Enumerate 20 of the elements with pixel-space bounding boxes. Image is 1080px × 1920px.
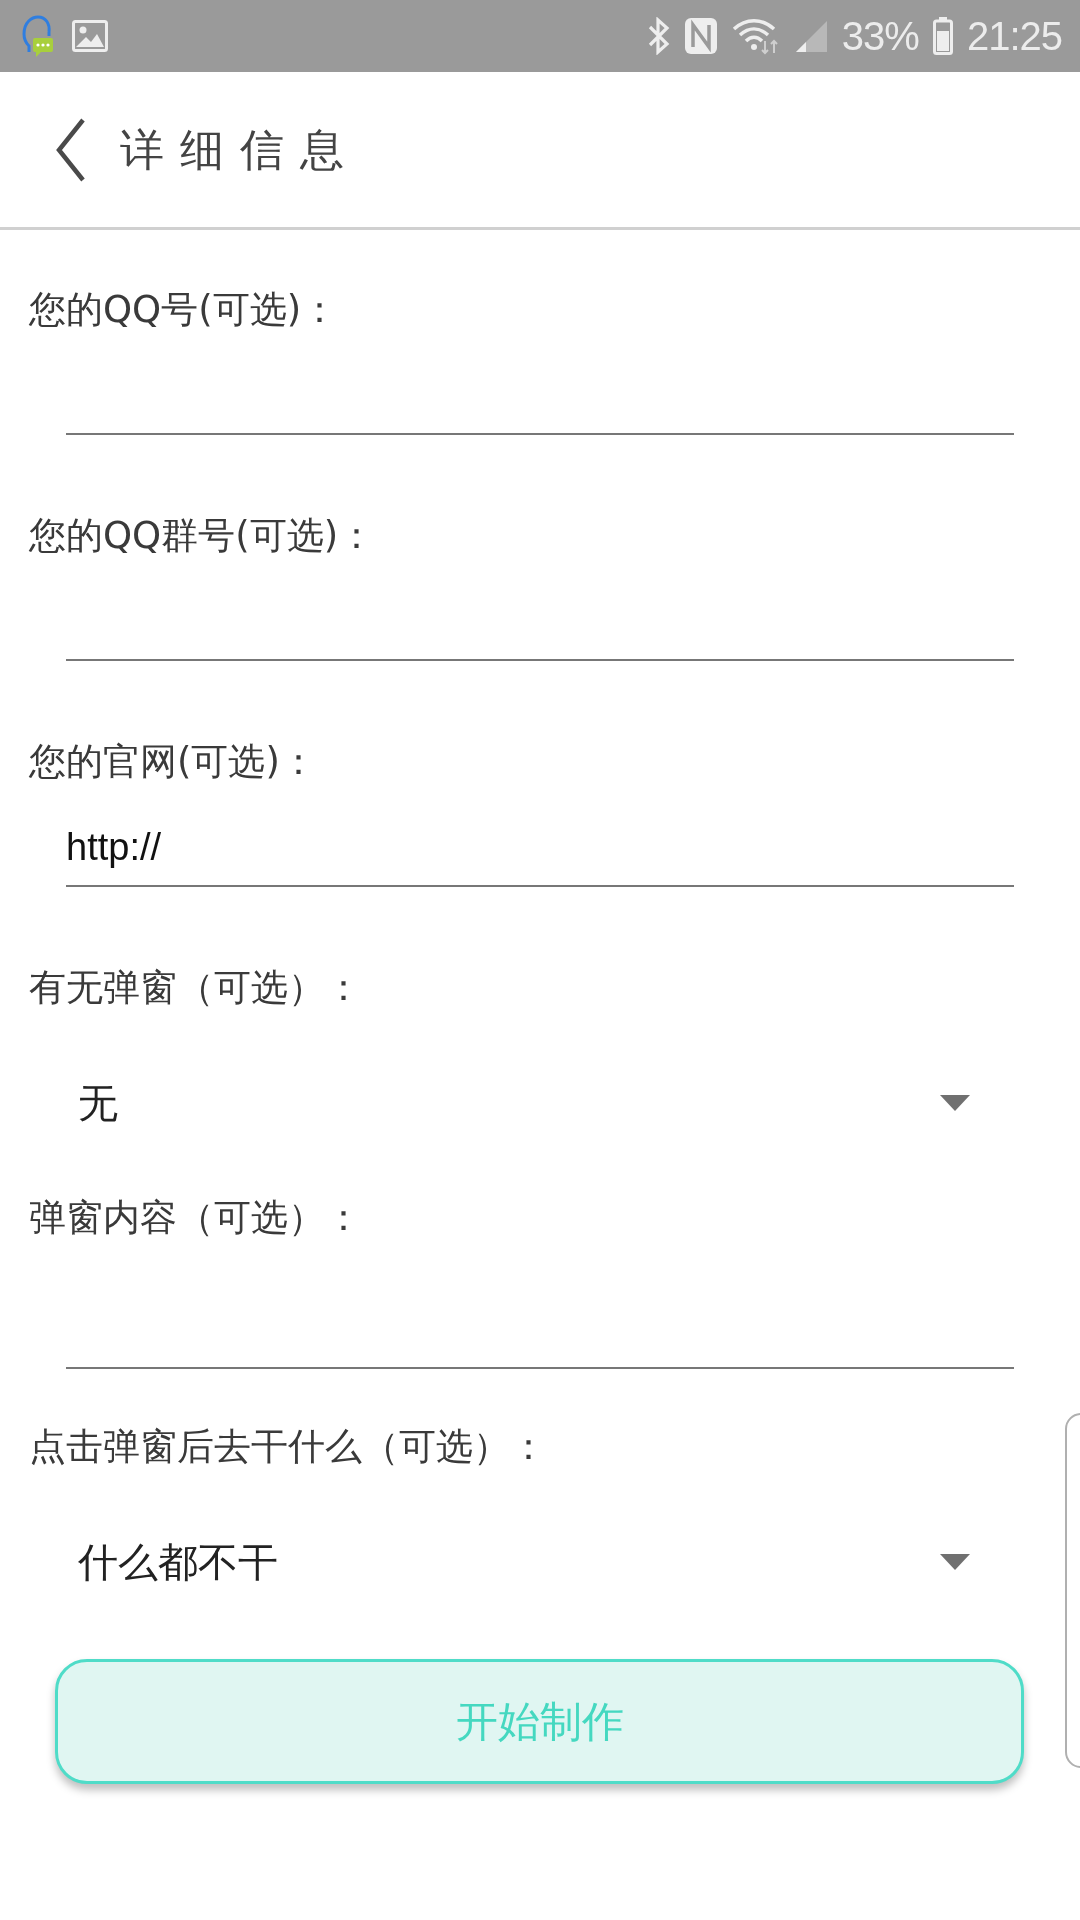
back-icon[interactable]: [55, 117, 85, 182]
caret-icon: [940, 1095, 970, 1111]
field-label: 有无弹窗（可选）：: [28, 965, 363, 1011]
dropdown[interactable]: 无: [66, 1013, 970, 1193]
dropdown[interactable]: 什么都不干: [66, 1472, 970, 1652]
bluetooth-icon: [647, 17, 670, 55]
field-label: 点击弹窗后去干什么（可选）：: [28, 1424, 548, 1470]
caret-icon: [940, 1554, 970, 1570]
field-label: 弹窗内容（可选）：: [28, 1195, 363, 1241]
image-icon: [72, 20, 108, 52]
battery-icon: [932, 17, 953, 55]
clock-time: 21:25: [966, 13, 1062, 60]
input-field[interactable]: http://: [66, 787, 1014, 887]
page-title: 详细信息: [120, 122, 360, 177]
field-label: 您的QQ号(可选)：: [28, 287, 340, 333]
nfc-icon: [683, 17, 718, 55]
field-label: 您的官网(可选)：: [28, 739, 318, 785]
wifi-icon: [731, 17, 780, 55]
field-label: 您的QQ群号(可选)：: [28, 513, 377, 559]
battery-percent: 33%: [841, 13, 919, 60]
